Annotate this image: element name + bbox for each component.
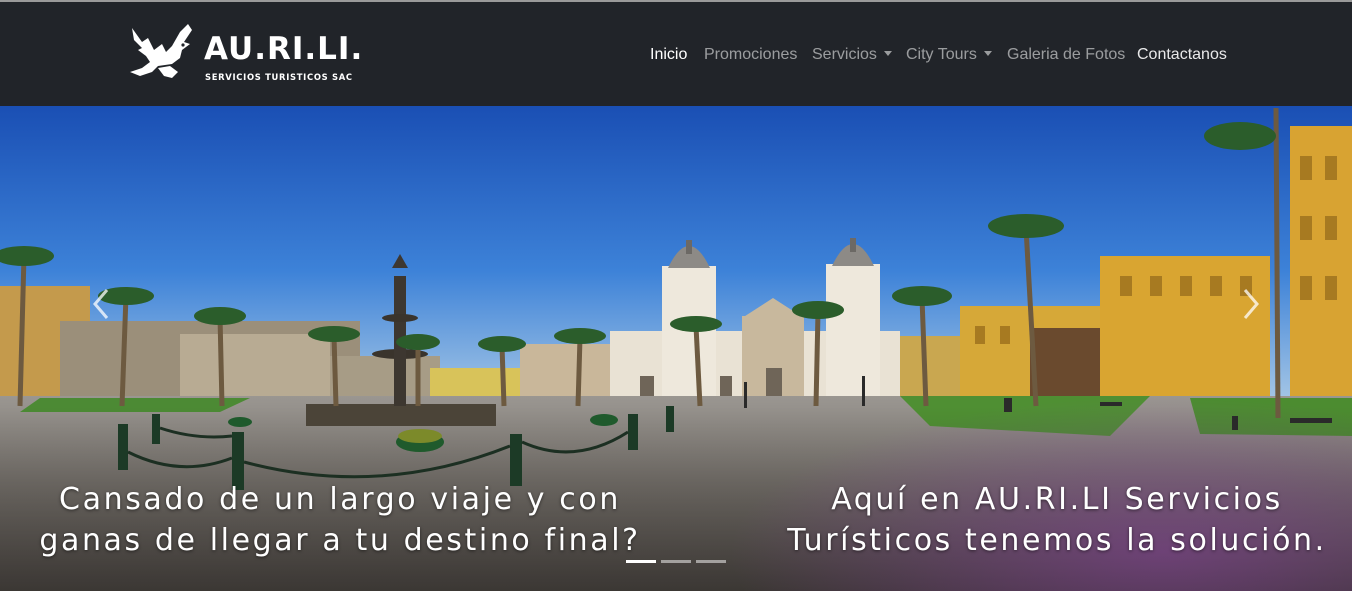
- caption-line: ganas de llegar a tu destino final?: [39, 523, 641, 558]
- nav-item-galeria[interactable]: Galeria de Fotos: [1007, 46, 1125, 64]
- carousel-caption-left: Cansado de un largo viaje y con ganas de…: [36, 479, 644, 561]
- nav-label: Inicio: [650, 46, 688, 63]
- carousel-indicator[interactable]: [626, 560, 656, 563]
- caption-line: Cansado de un largo viaje y con: [59, 482, 621, 517]
- chevron-left-icon[interactable]: [82, 284, 122, 324]
- nav-label: Servicios: [812, 46, 877, 63]
- carousel-indicator[interactable]: [696, 560, 726, 563]
- caret-down-icon: [883, 51, 892, 56]
- hero-carousel: Cansado de un largo viaje y con ganas de…: [0, 106, 1352, 591]
- caret-down-icon: [983, 51, 992, 56]
- brand-tagline: SERVICIOS TURISTICOS SAC: [205, 72, 353, 82]
- carousel-caption-right: Aquí en AU.RI.LI Servicios Turísticos te…: [778, 479, 1336, 561]
- navbar: AU.RI.LI. SERVICIOS TURISTICOS SAC Inici…: [0, 0, 1352, 106]
- nav-label: Contactanos: [1137, 46, 1227, 63]
- caption-line: Aquí en AU.RI.LI Servicios: [831, 482, 1283, 517]
- caption-line: Turísticos tenemos la solución.: [787, 523, 1327, 558]
- nav-item-city-tours[interactable]: City Tours: [906, 46, 992, 64]
- nav-item-contactanos[interactable]: Contactanos: [1137, 46, 1227, 64]
- main-nav: Inicio Promociones Servicios City Tours …: [0, 46, 1352, 68]
- nav-item-promociones[interactable]: Promociones: [704, 46, 797, 64]
- nav-label: Galeria de Fotos: [1007, 46, 1126, 63]
- carousel-indicator[interactable]: [661, 560, 691, 563]
- nav-label: Promociones: [704, 46, 798, 63]
- carousel-indicators: [624, 560, 734, 566]
- nav-item-inicio[interactable]: Inicio: [650, 46, 687, 64]
- nav-item-servicios[interactable]: Servicios: [812, 46, 892, 64]
- nav-label: City Tours: [906, 46, 977, 63]
- chevron-right-icon[interactable]: [1230, 284, 1270, 324]
